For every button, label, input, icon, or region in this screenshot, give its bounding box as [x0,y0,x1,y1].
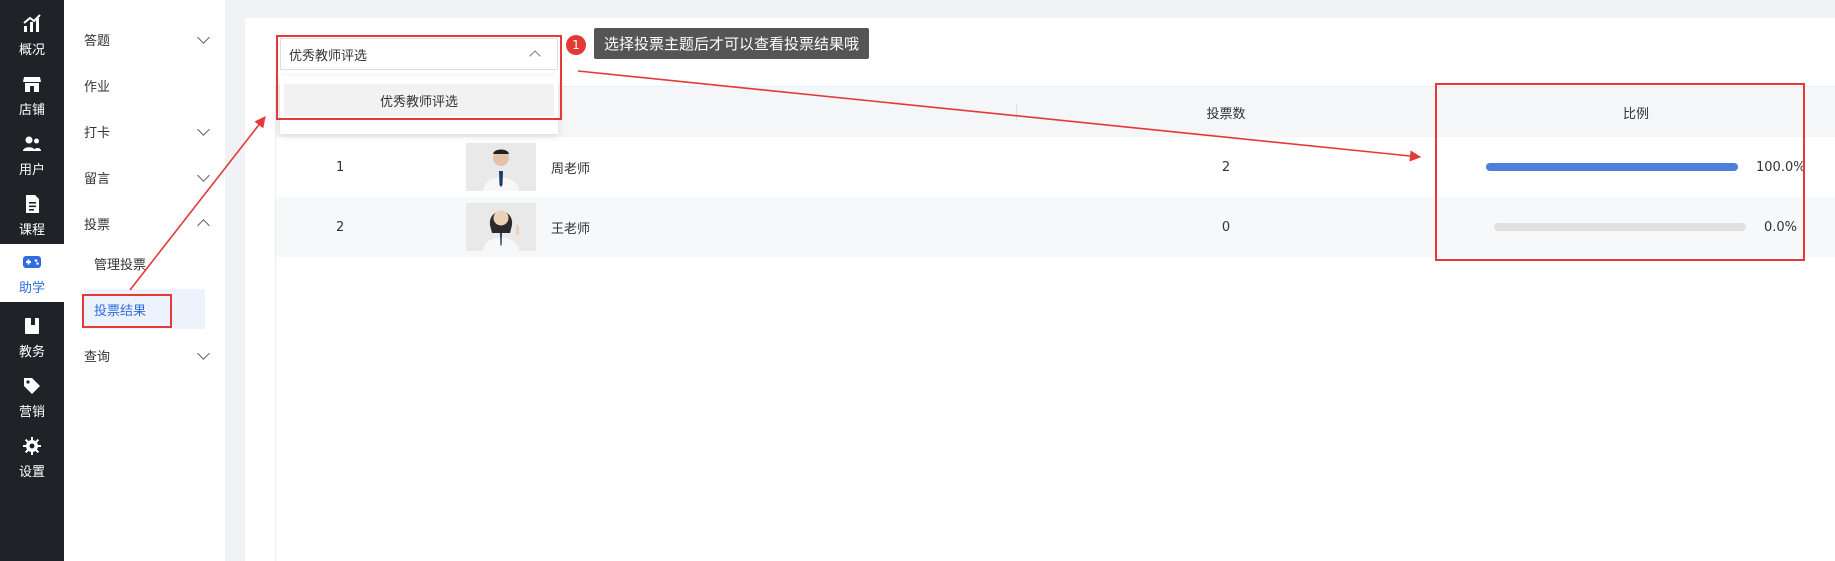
tip-tooltip: 选择投票主题后才可以查看投票结果哦 [594,28,870,59]
arrow-to-ratio [577,70,1422,162]
arrow-to-select [129,116,266,291]
step-badge: 1 [566,35,586,55]
annotation-arrows [129,70,1422,291]
